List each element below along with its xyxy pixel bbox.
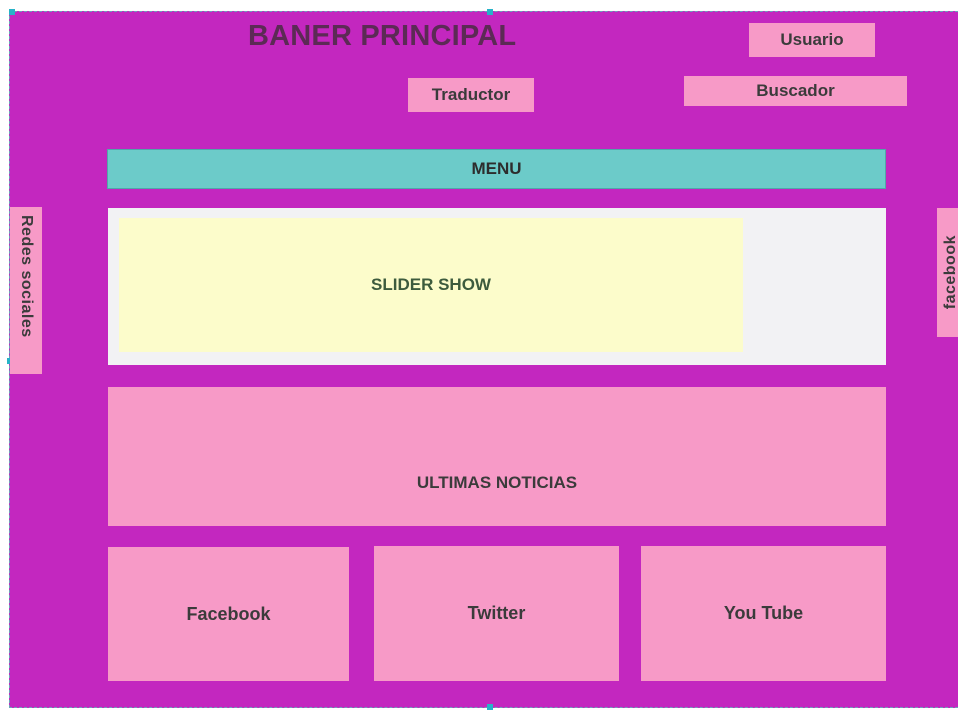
- twitter-label: Twitter: [467, 603, 526, 623]
- latest-news-label: ULTIMAS NOTICIAS: [416, 472, 578, 492]
- facebook-box[interactable]: Facebook: [108, 547, 349, 681]
- selection-handle[interactable]: [487, 9, 493, 15]
- social-sidebar-left[interactable]: Redes sociales: [10, 207, 42, 374]
- social-sidebar-right-label: facebook: [941, 235, 958, 310]
- translator-box[interactable]: Traductor: [408, 78, 534, 112]
- translator-label: Traductor: [431, 85, 511, 104]
- social-sidebar-right[interactable]: facebook: [937, 208, 958, 337]
- menu-label: MENU: [471, 159, 522, 178]
- social-sidebar-left-label: Redes sociales: [18, 215, 35, 338]
- menu-bar[interactable]: MENU: [107, 149, 886, 189]
- latest-news[interactable]: ULTIMAS NOTICIAS: [108, 387, 886, 526]
- user-box[interactable]: Usuario: [749, 23, 875, 57]
- youtube-label: You Tube: [723, 603, 804, 623]
- search-box[interactable]: Buscador: [684, 76, 907, 106]
- user-label: Usuario: [780, 30, 844, 49]
- selection-handle[interactable]: [487, 704, 493, 710]
- banner-title: BANER PRINCIPAL: [248, 20, 517, 52]
- slider-show[interactable]: SLIDER SHOW: [119, 218, 743, 352]
- slider-label: SLIDER SHOW: [371, 275, 491, 294]
- twitter-box[interactable]: Twitter: [374, 546, 619, 681]
- search-label: Buscador: [756, 81, 835, 100]
- youtube-box[interactable]: You Tube: [641, 546, 886, 681]
- facebook-label: Facebook: [186, 603, 271, 624]
- selection-handle[interactable]: [9, 9, 15, 15]
- slider-frame: SLIDER SHOW: [108, 208, 886, 365]
